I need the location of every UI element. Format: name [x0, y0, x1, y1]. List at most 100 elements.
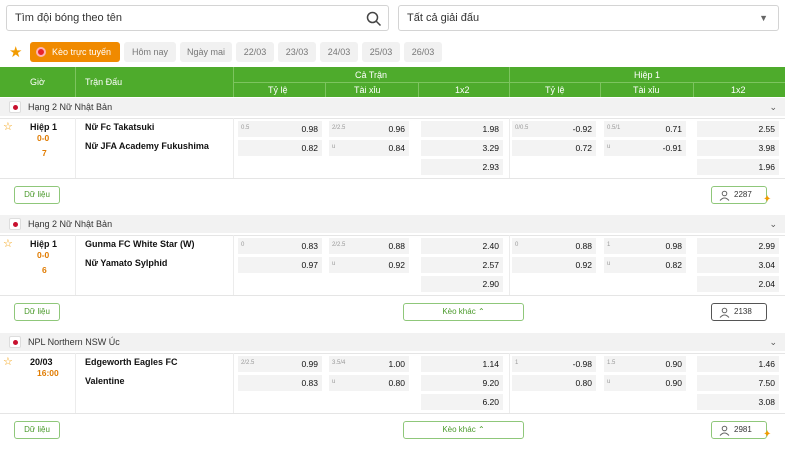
league-flag-icon	[9, 336, 21, 348]
ft-1x2-away[interactable]: 2.90	[421, 276, 503, 292]
tab-date[interactable]: 26/03	[404, 42, 442, 62]
ft-1x2-away[interactable]: 6.20	[421, 394, 503, 410]
ft-under[interactable]: u 0.84	[329, 140, 409, 156]
h1-1x2-away[interactable]: 2.04	[697, 276, 779, 292]
match-score: 0-0	[37, 133, 50, 143]
more-odds-button[interactable]: Kèo khác ⌃	[403, 421, 524, 439]
chevron-down-icon[interactable]: ⌄	[769, 215, 777, 233]
ft-handicap-away[interactable]: 0.83	[238, 375, 322, 391]
tab-date[interactable]: 22/03	[236, 42, 274, 62]
h1-1x2-home[interactable]: 2.99	[697, 238, 779, 254]
h1-under[interactable]: u -0.91	[604, 140, 686, 156]
chevron-down-icon[interactable]: ⌄	[769, 98, 777, 116]
viewers-count-button[interactable]: 2981	[711, 421, 767, 439]
ft-handicap-away[interactable]: 0.82	[238, 140, 322, 156]
h1-handicap-away[interactable]: 0.72	[512, 140, 596, 156]
tournament-select[interactable]: Tất cả giải đấu ▼	[398, 5, 779, 31]
h1-handicap-home[interactable]: 0 0.88	[512, 238, 596, 254]
h1-handicap-away[interactable]: 0.92	[512, 257, 596, 273]
match-status: Hiệp 1	[30, 122, 58, 132]
ft-over[interactable]: 2/2.5 0.96	[329, 121, 409, 137]
tab-today[interactable]: Hôm nay	[124, 42, 176, 62]
home-team[interactable]: Gunma FC White Star (W)	[85, 239, 195, 249]
odds-value: 2.57	[482, 260, 499, 270]
h1-over[interactable]: 1 0.98	[604, 238, 686, 254]
search-placeholder: Tìm đội bóng theo tên	[15, 12, 123, 24]
ft-under[interactable]: u 0.80	[329, 375, 409, 391]
h1-1x2-draw[interactable]: 3.98	[697, 140, 779, 156]
divider	[233, 353, 234, 413]
odds-value: 0.84	[388, 143, 405, 153]
ft-1x2-home[interactable]: 1.14	[421, 356, 503, 372]
ft-1x2-draw[interactable]: 9.20	[421, 375, 503, 391]
viewers-count-button[interactable]: 2287	[711, 186, 767, 204]
more-odds-button[interactable]: Kèo khác ⌃	[403, 303, 524, 321]
odds-value: 0.80	[575, 378, 592, 388]
user-icon	[719, 307, 730, 318]
away-team[interactable]: Valentine	[85, 376, 125, 386]
ft-under[interactable]: u 0.92	[329, 257, 409, 273]
tab-date[interactable]: 25/03	[362, 42, 400, 62]
data-button[interactable]: Dữ liệu	[14, 186, 60, 204]
live-dot-icon	[36, 47, 46, 57]
favorite-star-icon[interactable]: ☆	[3, 120, 13, 133]
tab-date[interactable]: 24/03	[320, 42, 358, 62]
tab-date[interactable]: 23/03	[278, 42, 316, 62]
match-minute: 6	[42, 265, 47, 275]
odds-value: 0.99	[301, 359, 318, 369]
league-header[interactable]: Hạng 2 Nữ Nhật Bản ⌄	[0, 215, 785, 233]
h1-handicap-home[interactable]: 0/0.5 -0.92	[512, 121, 596, 137]
h1-under[interactable]: u 0.90	[604, 375, 686, 391]
data-button[interactable]: Dữ liệu	[14, 303, 60, 321]
data-button[interactable]: Dữ liệu	[14, 421, 60, 439]
h1-1x2-away[interactable]: 1.96	[697, 159, 779, 175]
ft-1x2-home[interactable]: 2.40	[421, 238, 503, 254]
ft-1x2-home[interactable]: 1.98	[421, 121, 503, 137]
h1-1x2-away[interactable]: 3.08	[697, 394, 779, 410]
ft-1x2-draw[interactable]: 3.29	[421, 140, 503, 156]
search-icon[interactable]	[366, 11, 382, 27]
league-header[interactable]: NPL Northern NSW Úc ⌄	[0, 333, 785, 351]
away-team[interactable]: Nữ JFA Academy Fukushima	[85, 141, 209, 151]
viewers-count: 2138	[734, 307, 752, 316]
h1-handicap-away[interactable]: 0.80	[512, 375, 596, 391]
ft-handicap-home[interactable]: 0 0.83	[238, 238, 322, 254]
ft-1x2-draw[interactable]: 2.57	[421, 257, 503, 273]
away-team[interactable]: Nữ Yamato Sylphid	[85, 258, 167, 268]
h1-1x2-home[interactable]: 1.46	[697, 356, 779, 372]
ft-over[interactable]: 3.5/4 1.00	[329, 356, 409, 372]
h1-1x2-draw[interactable]: 7.50	[697, 375, 779, 391]
ft-over[interactable]: 2/2.5 0.88	[329, 238, 409, 254]
divider	[75, 67, 76, 97]
odds-value: 3.98	[758, 143, 775, 153]
viewers-count-button[interactable]: 2138	[711, 303, 767, 321]
tab-tomorrow[interactable]: Ngày mai	[180, 42, 232, 62]
h1-1x2-draw[interactable]: 3.04	[697, 257, 779, 273]
h1-handicap-home[interactable]: 1 -0.98	[512, 356, 596, 372]
ft-handicap-home[interactable]: 0.5 0.98	[238, 121, 322, 137]
divider	[509, 118, 510, 178]
odds-value: 0.82	[665, 260, 682, 270]
h1-1x2-home[interactable]: 2.55	[697, 121, 779, 137]
h1-under[interactable]: u 0.82	[604, 257, 686, 273]
ft-1x2-away[interactable]: 2.93	[421, 159, 503, 175]
ft-handicap-away[interactable]: 0.97	[238, 257, 322, 273]
favorite-star-icon[interactable]: ★	[9, 43, 22, 61]
home-team[interactable]: Edgeworth Eagles FC	[85, 357, 178, 367]
tab-live[interactable]: Kèo trực tuyến	[30, 42, 120, 62]
odds-value: 0.72	[575, 143, 592, 153]
search-input[interactable]: Tìm đội bóng theo tên	[6, 5, 389, 31]
league-header[interactable]: Hạng 2 Nữ Nhật Bản ⌄	[0, 98, 785, 116]
home-team[interactable]: Nữ Fc Takatsuki	[85, 122, 154, 132]
odds-value: 7.50	[758, 378, 775, 388]
favorite-star-icon[interactable]: ☆	[3, 355, 13, 368]
odds-line: 0	[241, 242, 245, 248]
favorite-star-icon[interactable]: ☆	[3, 237, 13, 250]
row-divider	[0, 353, 785, 354]
h1-over[interactable]: 0.5/1 0.71	[604, 121, 686, 137]
league-name: Hạng 2 Nữ Nhật Bản	[28, 219, 113, 229]
ft-handicap-home[interactable]: 2/2.5 0.99	[238, 356, 322, 372]
odds-value: 1.96	[758, 162, 775, 172]
chevron-down-icon[interactable]: ⌄	[769, 333, 777, 351]
h1-over[interactable]: 1.5 0.90	[604, 356, 686, 372]
